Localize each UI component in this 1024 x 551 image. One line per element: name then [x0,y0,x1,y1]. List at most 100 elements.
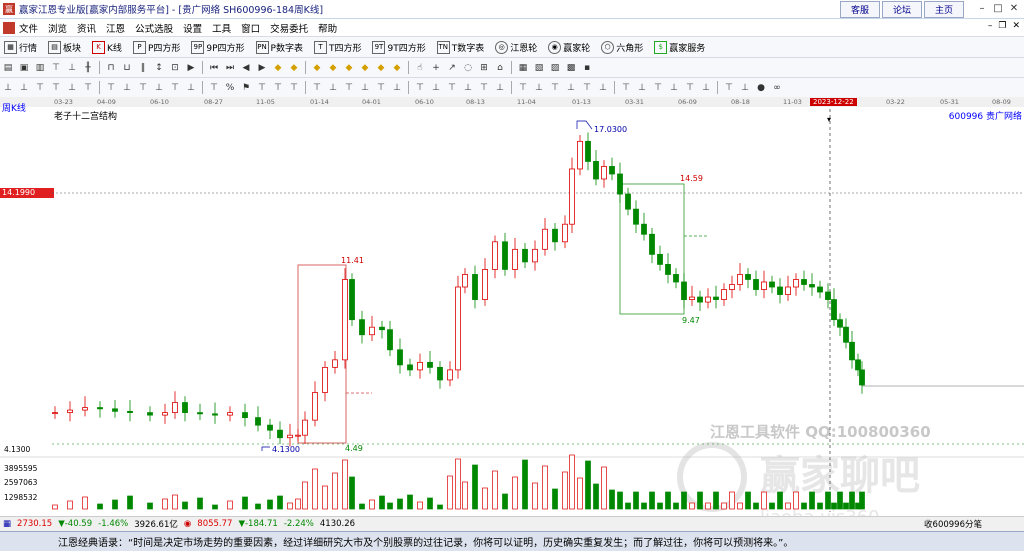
forum-link[interactable]: 论坛 [881,0,922,18]
chart-tool-icon[interactable]: ⊥ [565,82,577,94]
draw-tool-icon[interactable]: ◆ [343,62,355,74]
chart-tool-icon[interactable]: ⊤ [256,82,268,94]
chart-tool-icon[interactable]: ⊤ [105,82,117,94]
chart-tool-icon[interactable]: ⊤ [620,82,632,94]
chart-tool-icon[interactable]: ⊥ [597,82,609,94]
draw-tool-icon[interactable]: + [430,62,442,74]
gann-wheel-button[interactable]: ◎ 江恩轮 [491,40,537,54]
draw-tool-icon[interactable]: ◆ [288,62,300,74]
draw-tool-icon[interactable]: ⏭ [224,62,236,74]
kline-chart[interactable]: 江恩工具软件 QQ:100800360 赢家聊吧 liaoba.yjs360 ▾… [0,97,1024,516]
maximize-icon[interactable]: □ [990,1,1006,15]
draw-tool-icon[interactable]: ◀ [240,62,252,74]
menu-window[interactable]: 窗口 [241,21,260,35]
draw-tool-icon[interactable]: ‖ [137,62,149,74]
chart-tool-icon[interactable]: ⊤ [169,82,181,94]
draw-tool-icon[interactable]: ☝ [414,62,426,74]
chart-tool-icon[interactable]: ⊤ [272,82,284,94]
p-number-table-button[interactable]: PN P数字表 [252,40,303,54]
9t-square-button[interactable]: 9T 9T四方形 [368,40,426,54]
draw-tool-icon[interactable]: ↗ [446,62,458,74]
draw-tool-icon[interactable]: ⏮ [208,62,220,74]
draw-tool-icon[interactable]: ▤ [2,62,14,74]
draw-tool-icon[interactable]: ▶ [256,62,268,74]
menu-trade[interactable]: 交易委托 [270,21,308,35]
menu-news[interactable]: 资讯 [77,21,96,35]
t-number-table-button[interactable]: TN T数字表 [433,40,484,54]
draw-tool-icon[interactable]: ◆ [272,62,284,74]
home-link[interactable]: 主页 [923,0,964,18]
chart-tool-icon[interactable]: ⊤ [34,82,46,94]
draw-tool-icon[interactable]: ◆ [311,62,323,74]
chart-tool-icon[interactable]: ⊥ [153,82,165,94]
close-icon[interactable]: ✕ [1006,1,1022,15]
chart-tool-icon[interactable]: ⊥ [359,82,371,94]
chart-tool-icon[interactable]: ⊤ [446,82,458,94]
menu-tools[interactable]: 工具 [212,21,231,35]
draw-tool-icon[interactable]: ⊡ [169,62,181,74]
t-square-button[interactable]: T T四方形 [310,40,361,54]
chart-tool-icon[interactable]: ⊥ [430,82,442,94]
kline-button[interactable]: K K线 [88,40,122,54]
chart-tool-icon[interactable]: ⊥ [462,82,474,94]
hexagon-button[interactable]: ⬡ 六角形 [597,40,643,54]
chart-tool-icon[interactable]: ⊤ [208,82,220,94]
chart-tool-icon[interactable]: ⊥ [121,82,133,94]
chart-tool-icon[interactable]: ⊤ [517,82,529,94]
chart-tool-icon[interactable]: ⊥ [494,82,506,94]
chart-tool-icon[interactable]: ⊥ [18,82,30,94]
chart-tool-icon[interactable]: ⊤ [549,82,561,94]
draw-tool-icon[interactable]: ⊞ [478,62,490,74]
chart-tool-icon[interactable]: ⊤ [50,82,62,94]
draw-tool-icon[interactable]: ▣ [18,62,30,74]
draw-tool-icon[interactable]: ⊤ [50,62,62,74]
draw-tool-icon[interactable]: ◆ [327,62,339,74]
chart-area[interactable]: 03-23 04-09 06-10 08-27 11-05 01-14 04-01 06-10… [0,97,1024,516]
draw-tool-icon[interactable]: ⊓ [105,62,117,74]
draw-tool-icon[interactable]: ↕ [153,62,165,74]
mdi-restore-icon[interactable]: ❐ [998,21,1006,31]
mdi-close-icon[interactable]: ✕ [1012,21,1020,31]
draw-tool-icon[interactable]: ▧ [533,62,545,74]
draw-tool-icon[interactable]: ◆ [375,62,387,74]
chart-tool-icon[interactable]: ⊤ [684,82,696,94]
menu-settings[interactable]: 设置 [183,21,202,35]
chart-tool-icon[interactable]: ⊥ [327,82,339,94]
draw-tool-icon[interactable]: ▩ [565,62,577,74]
chart-tool-icon[interactable]: ⊥ [2,82,14,94]
chart-tool-icon[interactable]: ⊥ [700,82,712,94]
draw-tool-icon[interactable]: ◌ [462,62,474,74]
draw-tool-icon[interactable]: ⌂ [494,62,506,74]
chart-tool-icon[interactable]: ⊤ [581,82,593,94]
draw-tool-icon[interactable]: ╫ [82,62,94,74]
chart-tool-icon[interactable]: ⊤ [478,82,490,94]
chart-tool-icon[interactable]: ⚑ [240,82,252,94]
chart-tool-icon[interactable]: ⊥ [668,82,680,94]
chart-tool-icon[interactable]: ⊥ [185,82,197,94]
service-link[interactable]: 客服 [839,0,880,18]
chart-tool-icon[interactable]: ⊤ [375,82,387,94]
chart-tool-icon[interactable]: ⊤ [652,82,664,94]
menu-file[interactable]: 文件 [19,21,38,35]
winner-service-button[interactable]: $ 赢家服务 [650,40,705,54]
draw-tool-icon[interactable]: ⊥ [66,62,78,74]
draw-tool-icon[interactable]: ⊔ [121,62,133,74]
menu-stock-screen[interactable]: 公式选股 [135,21,173,35]
chart-tool-icon[interactable]: ∞ [771,82,783,94]
sector-button[interactable]: ▤ 板块 [44,40,81,54]
draw-tool-icon[interactable]: ◆ [391,62,403,74]
winner-wheel-button[interactable]: ◉ 赢家轮 [544,40,590,54]
chart-tool-icon[interactable]: ⊤ [82,82,94,94]
9p-square-button[interactable]: 9P 9P四方形 [187,40,245,54]
minimize-icon[interactable]: – [974,1,990,15]
chart-tool-icon[interactable]: ● [755,82,767,94]
tick-data-label[interactable]: 收600996分笔 [924,518,982,530]
draw-tool-icon[interactable]: ◆ [359,62,371,74]
mdi-minimize-icon[interactable]: – [988,21,993,31]
draw-tool-icon[interactable]: ▶ [185,62,197,74]
menu-browse[interactable]: 浏览 [48,21,67,35]
menu-gann[interactable]: 江恩 [106,21,125,35]
chart-tool-icon[interactable]: ⊤ [723,82,735,94]
draw-tool-icon[interactable]: ▦ [517,62,529,74]
chart-tool-icon[interactable]: ⊤ [137,82,149,94]
